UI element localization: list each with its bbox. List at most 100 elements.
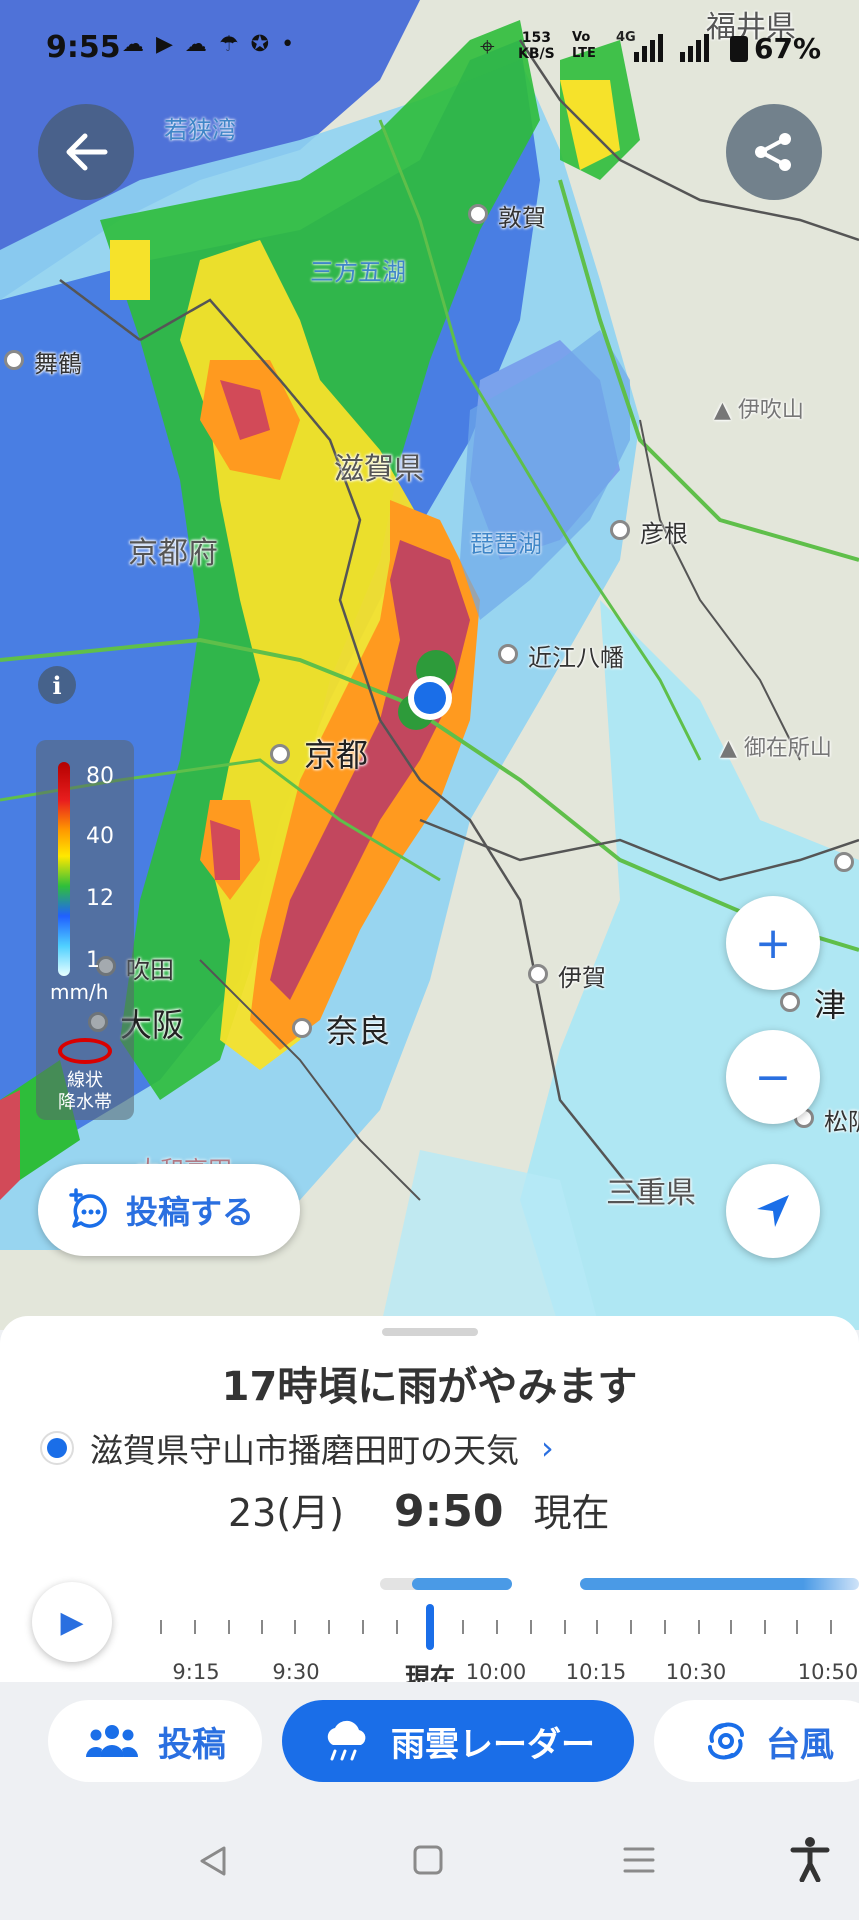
timeline-label-1000: 10:00 — [465, 1660, 527, 1684]
city-marker — [468, 204, 488, 224]
info-icon[interactable]: i — [38, 666, 76, 704]
legend-line-label-2: 降水帯 — [58, 1092, 112, 1113]
timeline-tick — [496, 1620, 498, 1634]
nav-back-icon[interactable] — [196, 1844, 230, 1878]
rain-icon: ☂ — [218, 32, 239, 57]
city-marker — [292, 1018, 312, 1038]
typhoon-icon — [708, 1722, 744, 1760]
post-button-label: 投稿する — [126, 1193, 255, 1231]
timeline-tick — [194, 1620, 196, 1634]
current-now-label: 現在 — [533, 1491, 610, 1535]
timeline-tick — [630, 1620, 632, 1634]
post-button[interactable]: 投稿する — [38, 1164, 300, 1256]
timeline-tick — [764, 1620, 766, 1634]
zoom-out-button[interactable]: − — [726, 1030, 820, 1124]
timeline-label-915: 9:15 — [172, 1660, 220, 1684]
battery-icon — [730, 36, 748, 62]
radar-overlay — [0, 0, 859, 1330]
locate-button[interactable] — [726, 1164, 820, 1258]
prefecture-label-shiga: 滋賀県 — [334, 452, 424, 487]
share-icon — [755, 133, 791, 171]
linear-rainband-icon — [58, 1038, 112, 1064]
city-label-nara: 奈良 — [326, 1012, 391, 1050]
water-label-mikata: 三方五湖 — [310, 258, 406, 286]
current-date: 23(月) — [228, 1491, 345, 1535]
current-datetime: 23(月) 9:50 現在 — [228, 1482, 609, 1537]
current-time: 9:50 — [394, 1486, 504, 1537]
tab-typhoon[interactable]: 台風 — [654, 1700, 859, 1782]
back-button[interactable] — [38, 104, 134, 200]
accessibility-icon[interactable] — [790, 1836, 830, 1882]
radar-map[interactable]: 福井県 滋賀県 京都府 三重県 若狭湾 三方五湖 琵琶湖 敦賀 舞鶴 彦根 近江… — [0, 0, 859, 1330]
timeline-tick — [462, 1620, 464, 1634]
city-label-tsu: 津 — [814, 986, 847, 1024]
timeline-tick — [160, 1620, 162, 1634]
city-marker — [834, 852, 854, 872]
signal-icon — [634, 34, 663, 62]
timeline-label-930: 9:30 — [272, 1660, 320, 1684]
legend-level-1: 1 — [86, 948, 100, 973]
status-bar: 9:55 ☁ ▶ ☁ ☂ ✪ • ⌖ 153 KB/S Vo LTE 4G 67% — [0, 0, 859, 100]
nav-menu-icon[interactable] — [622, 1844, 656, 1876]
status-time: 9:55 — [46, 30, 121, 65]
prefecture-label-kyoto: 京都府 — [128, 536, 218, 571]
tab-post[interactable]: 投稿 — [48, 1700, 262, 1782]
bottom-tab-bar: 投稿 雨雲レーダー 台風 — [0, 1682, 859, 1800]
timeline-cursor[interactable] — [426, 1604, 434, 1650]
forecast-sheet: 17時頃に雨がやみます 滋賀県守山市播磨田町の天気 › 23(月) 9:50 現… — [0, 1316, 859, 1692]
soundcloud-icon: ☁ — [184, 32, 207, 57]
timeline-tick — [730, 1620, 732, 1634]
location-icon: ⌖ — [480, 32, 495, 62]
timeline-label-1030: 10:30 — [665, 1660, 727, 1684]
youtube-icon: ▶ — [156, 32, 173, 57]
volte-indicator: Vo LTE — [572, 30, 596, 61]
plus-icon: + — [754, 917, 792, 969]
timeline-tick — [530, 1620, 532, 1634]
city-marker — [528, 964, 548, 984]
sheet-drag-handle[interactable] — [382, 1328, 478, 1336]
prefecture-label-mie: 三重県 — [606, 1176, 696, 1211]
app-icon: ✪ — [250, 32, 270, 57]
chevron-right-icon: › — [541, 1429, 554, 1467]
timeline-tick — [261, 1620, 263, 1634]
battery-level: 67% — [754, 32, 822, 65]
timeline-tick — [294, 1620, 296, 1634]
notification-icons: ☁ ▶ ☁ ☂ ✪ • — [122, 32, 294, 57]
timeline-tick — [596, 1620, 598, 1634]
timeline-tick — [796, 1620, 798, 1634]
city-label-iga: 伊賀 — [558, 964, 606, 992]
tab-rain-radar[interactable]: 雨雲レーダー — [282, 1700, 634, 1782]
timeline-tick — [664, 1620, 666, 1634]
legend-level-40: 40 — [86, 824, 114, 849]
timeline-label-1050: 10:50 — [797, 1660, 859, 1684]
timeline-tick — [698, 1620, 700, 1634]
city-marker — [4, 350, 24, 370]
zoom-in-button[interactable]: + — [726, 896, 820, 990]
legend-line-label-1: 線状 — [67, 1070, 103, 1091]
location-dot-icon — [40, 1431, 74, 1465]
more-dot-icon: • — [281, 32, 295, 57]
mountain-label-gozaisho: ▲ 御在所山 — [720, 736, 832, 761]
rain-forecast-headline: 17時頃に雨がやみます — [221, 1364, 638, 1410]
city-marker — [610, 520, 630, 540]
water-label-wakasa: 若狭湾 — [164, 116, 236, 144]
city-label-omihachiman: 近江八幡 — [528, 644, 624, 672]
city-label-matsusaka: 松阪 — [824, 1108, 859, 1136]
water-label-biwa: 琵琶湖 — [470, 530, 542, 558]
navigation-arrow-icon — [757, 1195, 789, 1227]
nav-home-icon[interactable] — [412, 1844, 444, 1876]
network-speed: 153 KB/S — [518, 30, 555, 62]
timeline-segment — [412, 1578, 512, 1590]
share-button[interactable] — [726, 104, 822, 200]
time-slider[interactable]: ▶ 9:15 9:30 現在 10:00 10:15 10:30 10:50 — [0, 1544, 859, 1692]
city-label-tsuruga: 敦賀 — [498, 204, 546, 232]
legend-level-12: 12 — [86, 886, 114, 911]
timeline-forecast-track — [580, 1578, 859, 1590]
tab-typhoon-label: 台風 — [766, 1724, 834, 1765]
timeline-tick — [564, 1620, 566, 1634]
legend-color-bar — [58, 762, 70, 976]
play-button[interactable]: ▶ — [32, 1582, 112, 1662]
timeline-label-1015: 10:15 — [565, 1660, 627, 1684]
location-link[interactable]: 滋賀県守山市播磨田町の天気 › — [40, 1424, 554, 1472]
legend-unit: mm/h — [50, 980, 109, 1004]
